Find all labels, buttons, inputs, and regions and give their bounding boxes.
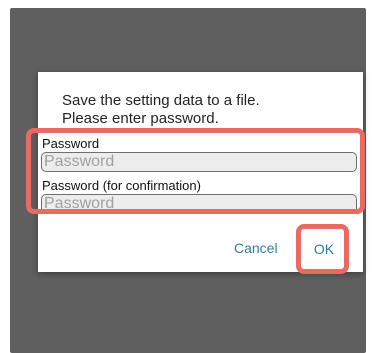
- ok-button[interactable]: OK: [305, 232, 343, 266]
- password-label: Password: [42, 136, 100, 151]
- dialog-message-line-1: Save the setting data to a file.: [62, 92, 260, 109]
- password-field[interactable]: [41, 152, 357, 172]
- password-confirmation-label: Password (for confirmation): [42, 178, 201, 193]
- password-confirmation-field[interactable]: [41, 194, 357, 214]
- dialog-message-line-2: Please enter password.: [62, 110, 219, 127]
- cancel-button[interactable]: Cancel: [234, 240, 278, 256]
- dialog-message: Save the setting data to a file. Please …: [62, 92, 260, 128]
